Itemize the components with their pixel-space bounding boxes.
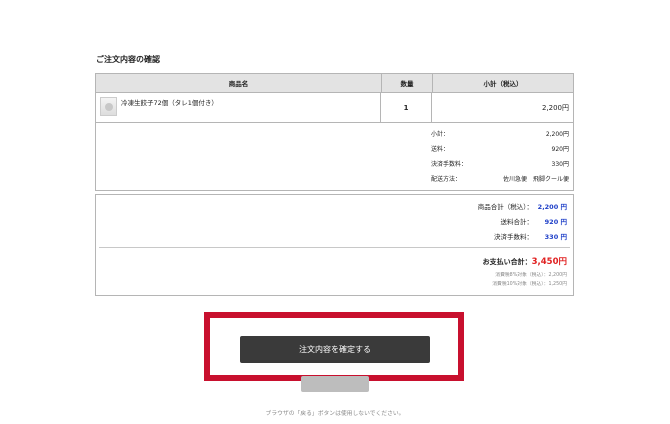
header-product: 商品名	[96, 74, 382, 92]
total-label: 送料合計：	[500, 218, 534, 226]
total-products: 商品合計（税込）： 2,200 円	[478, 201, 567, 211]
detail-value: 佐川急便 飛脚クール便	[502, 176, 569, 183]
header-subtotal: 小計（税込）	[483, 80, 523, 88]
product-cell: 冷凍生餃子72個（タレ1個付き）	[96, 93, 381, 122]
detail-value: 920円	[551, 146, 569, 153]
header-quantity: 数量	[382, 74, 433, 92]
product-quantity: 1	[381, 93, 432, 122]
detail-label: 配送方法：	[431, 176, 462, 183]
table-header: 商品名 数量 小計（税込）	[96, 74, 573, 93]
product-subtotal: 2,200円	[541, 103, 569, 112]
detail-label: 小計：	[431, 131, 450, 138]
total-label: 決済手数料：	[494, 233, 533, 241]
total-payment-fee: 決済手数料： 330 円	[494, 231, 567, 241]
tax-note-10: 消費税10%対象（税込）：1,250円	[492, 282, 567, 287]
product-name: 冷凍生餃子72個（タレ1個付き）	[121, 99, 218, 107]
back-button[interactable]	[301, 376, 369, 392]
grand-total-value: 3,450円	[531, 257, 567, 267]
grand-total-label: お支払い合計：	[482, 258, 532, 266]
detail-value: 330円	[551, 161, 569, 168]
page-title: ご注文内容の確認	[96, 55, 160, 64]
detail-label: 送料：	[431, 146, 450, 153]
grand-total: お支払い合計：3,450円	[483, 255, 567, 267]
tax-note-8: 消費税8%対象（税込）：2,200円	[495, 273, 567, 278]
detail-label: 決済手数料：	[431, 161, 468, 168]
order-table: 商品名 数量 小計（税込） 冷凍生餃子72個（タレ1個付き） 1 2,200円 …	[95, 73, 574, 191]
total-value: 2,200 円	[537, 203, 567, 211]
detail-value: 2,200円	[545, 131, 569, 138]
total-label: 商品合計（税込）：	[477, 203, 533, 211]
footnote: ブラウザの「戻る」ボタンは使用しないでください。	[265, 411, 405, 417]
order-details: 小計： 2,200円 送料： 920円 決済手数料： 330円 配送方法： 佐川…	[96, 123, 573, 190]
product-thumbnail	[100, 97, 117, 116]
total-shipping: 送料合計： 920 円	[501, 216, 568, 226]
total-value: 330 円	[544, 233, 567, 241]
table-row: 冷凍生餃子72個（タレ1個付き） 1 2,200円	[96, 93, 573, 123]
order-totals: 商品合計（税込）： 2,200 円 送料合計： 920 円 決済手数料： 330…	[95, 194, 574, 296]
total-value: 920 円	[544, 218, 567, 226]
divider	[99, 247, 570, 248]
confirm-order-button[interactable]: 注文内容を確定する	[240, 336, 430, 363]
